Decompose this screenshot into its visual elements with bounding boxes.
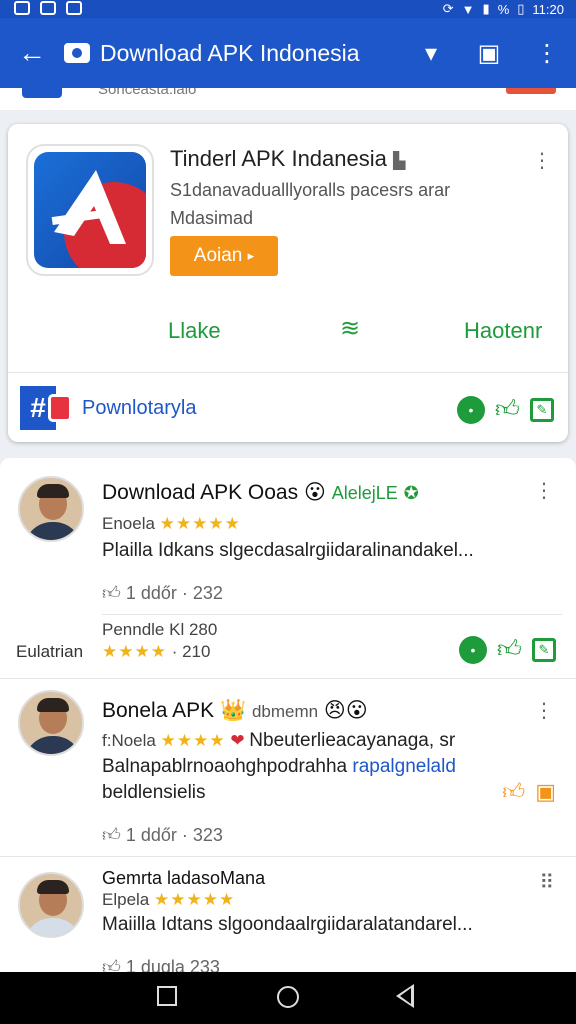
review-likes[interactable]: 👍︎ 1 ddőr · 232 (102, 582, 223, 604)
divider (8, 372, 568, 373)
review-text: Balnapablrnoaohghpodrahha rapalgnelald b… (102, 756, 456, 803)
review-title: Gemrta ladasoMana (102, 868, 266, 888)
account-icon[interactable]: ▣ (460, 39, 518, 68)
brand-logo-icon: # (20, 386, 72, 430)
sub-name: Penndle Kl 280 (102, 620, 218, 639)
chevron-right-icon: ▸ (247, 248, 255, 263)
avatar[interactable] (18, 690, 84, 756)
brand-name: Pownlotaryla (82, 396, 197, 419)
home-icon[interactable] (277, 986, 299, 1008)
recents-icon[interactable] (157, 986, 177, 1006)
bookmark-icon[interactable]: ▣ (535, 779, 556, 805)
review-more-icon[interactable]: ⋮ (534, 698, 554, 723)
system-nav-bar (0, 972, 576, 1024)
divider (0, 856, 576, 857)
camera-icon (64, 43, 90, 63)
tab-content[interactable]: Haotenr (464, 318, 542, 344)
review-user: Enoela ★★★★★ (102, 514, 241, 533)
side-label: Eulatrian (16, 642, 84, 661)
divider (0, 678, 576, 679)
app-description: S1danavadualllyoralls pacesrs arar Mdasi… (170, 180, 451, 228)
thumbs-up-icon[interactable]: 👍︎ (502, 778, 525, 805)
wifi-icon: ▼ (461, 1, 475, 17)
sync-icon: ⟳ (442, 1, 454, 16)
thumbs-up-icon[interactable]: 👍︎ (497, 636, 522, 664)
review-text: Maiilla Idtans slgoondaalrgiidaralatanda… (102, 914, 473, 935)
thumbs-up-outline-icon: 👍︎ (102, 957, 121, 972)
review-likes[interactable]: 👍︎ 1 ddőr · 323 (102, 824, 223, 846)
store-icon: ▙ (393, 153, 406, 170)
review-likes[interactable]: 👍︎ 1 dugla 233 (102, 956, 220, 972)
strip-logo-icon (22, 88, 62, 98)
app-name: Tinderl APK Indanesia ▙ (170, 146, 406, 171)
battery-icon: ▯ (517, 1, 525, 16)
shield-icon (66, 1, 82, 15)
app-logo-icon[interactable] (26, 144, 154, 276)
thumbs-up-outline-icon: 👍︎ (102, 583, 121, 603)
notification-icon (14, 1, 30, 15)
action-button[interactable]: Aoian ▸ (170, 236, 278, 276)
back-arrow-icon[interactable]: ← (0, 37, 64, 69)
battery-text: % (497, 1, 510, 17)
page-title: Download APK Indonesia (100, 39, 360, 66)
previous-item-strip: Sonceasta.lalo (0, 88, 576, 110)
edit-icon[interactable]: ✎ (532, 638, 556, 662)
comment-icon[interactable]: • (458, 636, 487, 664)
thumbs-up-outline-icon: 👍︎ (102, 825, 121, 845)
avatar[interactable] (18, 476, 84, 542)
sub-rating: ★★★★ · 210 (102, 642, 211, 661)
filter-icon[interactable]: ▾ (402, 39, 460, 68)
app-bar: ← Download APK Indonesia ▾ ▣ ⋮ (0, 18, 576, 88)
emoji-icon: 😠😮 (323, 699, 368, 722)
drag-handle-icon[interactable]: ⠿ (539, 870, 554, 895)
thumbs-up-icon[interactable]: 👍︎ (495, 396, 520, 424)
strip-text: Sonceasta.lalo (98, 88, 197, 98)
avatar[interactable] (18, 872, 84, 938)
strip-badge (506, 88, 556, 94)
crown-icon: 👑 (219, 699, 247, 722)
back-icon[interactable] (396, 984, 414, 1008)
share-stack-icon[interactable]: ≋ (340, 314, 360, 343)
edit-icon[interactable]: ✎ (530, 398, 554, 422)
signal-icon: ▮ (482, 1, 490, 16)
app-card-tabs: Llake ≋ Haotenr (8, 310, 568, 350)
face-emoji-icon: 😮 (303, 481, 326, 504)
status-bar: ⟳ ▼ ▮ % ▯ 11:20 (0, 0, 576, 18)
comment-icon[interactable]: • (456, 396, 485, 424)
review-title: Bonela APK 👑 dbmemn 😠😮 (102, 699, 368, 722)
tab-like[interactable]: Llake (168, 318, 221, 344)
more-vert-icon[interactable]: ⋮ (518, 39, 576, 68)
brand-row[interactable]: # Pownlotaryla (20, 386, 197, 430)
gallery-icon (40, 1, 56, 15)
review-title: Download APK Ooas 😮 AlelejLE ✪ (102, 481, 419, 504)
app-card-more-icon[interactable]: ⋮ (532, 148, 552, 173)
review-text: Plailla Idkans slgecdasalrgiidaralinanda… (102, 540, 474, 561)
divider (102, 614, 562, 615)
review-user: f:Noela ★★★★ ❤ Nbeuterlieacayanaga, sr (102, 730, 456, 751)
review-user: Elpela ★★★★★ (102, 890, 236, 909)
review-side-actions: 👍︎ ▣ (502, 778, 556, 805)
brand-actions: • 👍︎ ✎ (456, 396, 554, 424)
review-actions: • 👍︎ ✎ (458, 636, 556, 664)
app-card: Tinderl APK Indanesia ▙ S1danavadualllyo… (8, 124, 568, 442)
verified-icon: ✪ (403, 483, 419, 503)
review-more-icon[interactable]: ⋮ (534, 478, 554, 503)
heart-icon: ❤ (230, 731, 245, 750)
reviews-panel: Download APK Ooas 😮 AlelejLE ✪ ⋮ Enoela … (0, 458, 576, 972)
clock: 11:20 (532, 1, 564, 17)
